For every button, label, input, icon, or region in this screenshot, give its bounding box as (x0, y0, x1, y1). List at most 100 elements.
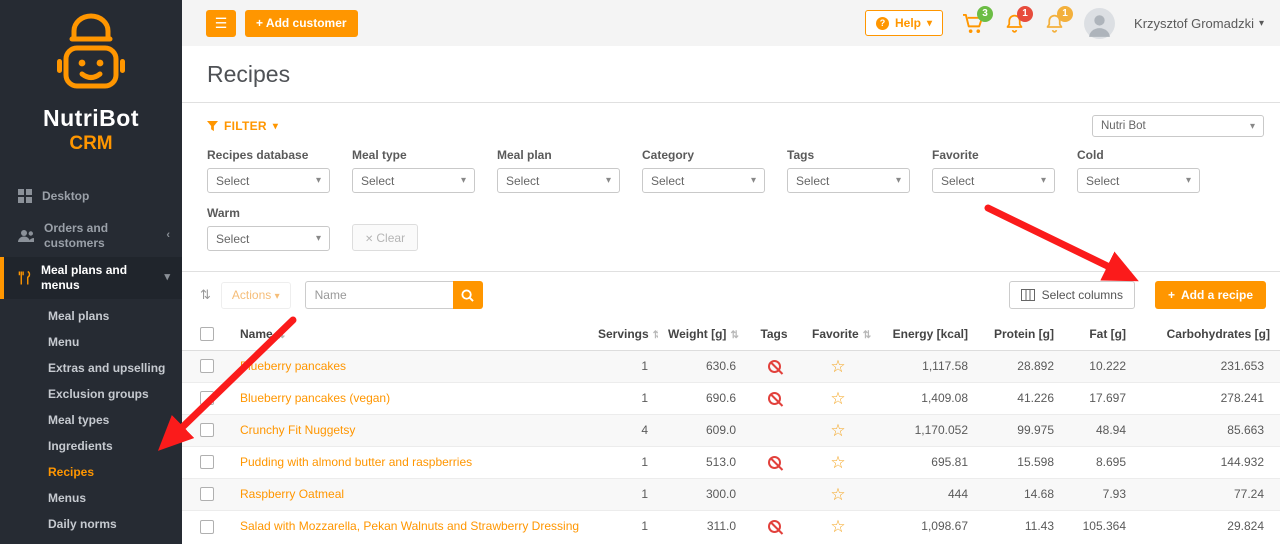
carbs-cell: 85.663 (1136, 414, 1280, 446)
checkbox-cell (182, 414, 230, 446)
filter-select-cold[interactable]: Select ▾ (1077, 168, 1200, 193)
column-header-favorite[interactable]: Favorite⇅ (802, 318, 874, 350)
sidebar-item-extras-and-upselling[interactable]: Extras and upselling (0, 355, 182, 381)
user-menu[interactable]: Krzysztof Gromadzki ▾ (1134, 16, 1264, 31)
sidebar-item-recipes[interactable]: Recipes (0, 459, 182, 485)
favorite-star-icon[interactable]: ☆ (830, 389, 845, 408)
row-checkbox[interactable] (200, 455, 214, 469)
filter-select-recipes-database[interactable]: Select▾ (207, 168, 330, 193)
page-header: Recipes (182, 46, 1280, 103)
filter-select-warm[interactable]: Select▾ (207, 226, 330, 251)
actions-button[interactable]: Actions ▾ (221, 282, 291, 309)
checkbox-cell (182, 350, 230, 382)
sort-icon[interactable]: ⇅ (277, 330, 285, 341)
filter-select-meal-plan[interactable]: Select▾ (497, 168, 620, 193)
filter-select-favorite[interactable]: Select▾ (932, 168, 1055, 193)
recipes-table-body: Blueberry pancakes1630.6☆1,117.5828.8921… (182, 350, 1280, 542)
energy-cell: 1,117.58 (874, 350, 978, 382)
menu-toggle-button[interactable]: ☰ (206, 10, 236, 37)
hamburger-icon: ☰ (215, 15, 228, 31)
help-button[interactable]: ? Help ▾ (865, 10, 943, 36)
recipe-link[interactable]: Crunchy Fit Nuggetsy (240, 423, 355, 437)
filter-toggle[interactable]: FILTER ▾ (207, 119, 278, 133)
add-recipe-button[interactable]: +Add a recipe (1155, 281, 1266, 309)
filter-field-tags: TagsSelect▾ (787, 148, 910, 193)
filter-select-tags[interactable]: Select▾ (787, 168, 910, 193)
alerts-button[interactable]: 1 (1044, 13, 1065, 34)
recipes-panel: ⇅ Actions ▾ Select (182, 272, 1280, 544)
filter-field-warm: WarmSelect▾ (207, 206, 330, 251)
filter-label-recipes-database: Recipes database (207, 148, 330, 162)
sidebar-item-orders-and-customers[interactable]: Orders and customers ‹ (0, 215, 182, 257)
favorite-cell: ☆ (802, 478, 874, 510)
table-toolbar: ⇅ Actions ▾ Select (182, 272, 1280, 318)
recipe-link[interactable]: Pudding with almond butter and raspberri… (240, 455, 472, 469)
column-header-weight-g[interactable]: Weight [g]⇅ (658, 318, 746, 350)
favorite-star-icon[interactable]: ☆ (830, 517, 845, 536)
search-input[interactable] (305, 281, 453, 309)
filter-label-cold: Cold (1077, 148, 1200, 162)
recipe-link[interactable]: Blueberry pancakes (vegan) (240, 391, 390, 405)
company-select-value: Nutri Bot (1101, 120, 1146, 132)
filter-fields-row2: WarmSelect▾ ✕Clear (207, 206, 1264, 251)
sidebar-item-ingredients[interactable]: Ingredients (0, 433, 182, 459)
sidebar-item-menus[interactable]: Menus (0, 485, 182, 511)
sidebar-item-exclusion-groups[interactable]: Exclusion groups (0, 381, 182, 407)
favorite-star-icon[interactable]: ☆ (830, 453, 845, 472)
name-cell: Crunchy Fit Nuggetsy (230, 414, 588, 446)
clear-label: Clear (376, 231, 405, 245)
avatar[interactable] (1084, 8, 1115, 39)
cart-button[interactable]: 3 (962, 13, 985, 34)
filter-select-category[interactable]: Select▾ (642, 168, 765, 193)
sidebar-item-menu[interactable]: Menu (0, 329, 182, 355)
row-checkbox[interactable] (200, 391, 214, 405)
sidebar-item-meal-plans[interactable]: Meal plans (0, 303, 182, 329)
row-checkbox[interactable] (200, 487, 214, 501)
company-select[interactable]: Nutri Bot ▾ (1092, 115, 1264, 137)
chevron-down-icon: ▾ (164, 271, 170, 285)
sort-icon[interactable]: ⇅ (730, 330, 738, 341)
row-checkbox[interactable] (200, 423, 214, 437)
sidebar: NutriBot CRM Desktop Orders and customer… (0, 0, 182, 544)
column-header-name[interactable]: Name⇅ (230, 318, 588, 350)
user-avatar-icon (1084, 8, 1115, 39)
recipe-link[interactable]: Raspberry Oatmeal (240, 487, 344, 501)
select-value: Select (1086, 174, 1119, 188)
users-icon (18, 229, 34, 243)
search-button[interactable] (453, 281, 483, 309)
column-header-servings[interactable]: Servings⇅ (588, 318, 658, 350)
recipes-table: Name⇅Servings⇅Weight [g]⇅TagsFavorite⇅En… (182, 318, 1280, 542)
chevron-down-icon: ▾ (1186, 175, 1191, 186)
row-checkbox[interactable] (200, 520, 214, 534)
recipe-link[interactable]: Blueberry pancakes (240, 359, 346, 373)
notifications-button[interactable]: 1 (1004, 13, 1025, 34)
favorite-star-icon[interactable]: ☆ (830, 485, 845, 504)
recipe-link[interactable]: Salad with Mozzarella, Pekan Walnuts and… (240, 519, 579, 533)
filter-label-meal-plan: Meal plan (497, 148, 620, 162)
brand-sub: CRM (0, 133, 182, 155)
sidebar-nav: Desktop Orders and customers ‹ Meal plan… (0, 177, 182, 537)
select-all-checkbox[interactable] (200, 327, 214, 341)
favorite-star-icon[interactable]: ☆ (830, 421, 845, 440)
protein-cell: 15.598 (978, 446, 1064, 478)
sidebar-item-daily-norms[interactable]: Daily norms (0, 511, 182, 537)
add-customer-button[interactable]: + Add customer (245, 10, 358, 37)
clear-filters-button[interactable]: ✕Clear (352, 224, 418, 251)
sidebar-item-meal-plans-and-menus[interactable]: Meal plans and menus ▾ (0, 257, 182, 299)
sidebar-item-meal-types[interactable]: Meal types (0, 407, 182, 433)
filter-select-meal-type[interactable]: Select▾ (352, 168, 475, 193)
sort-icon[interactable]: ⇅ (863, 330, 871, 341)
sidebar-item-desktop[interactable]: Desktop (0, 177, 182, 215)
funnel-icon (207, 121, 218, 132)
filter-field-meal-plan: Meal plan Select▾ (497, 148, 620, 193)
favorite-star-icon[interactable]: ☆ (830, 357, 845, 376)
select-columns-button[interactable]: Select columns (1009, 281, 1135, 309)
sort-icon[interactable]: ⇅ (653, 330, 658, 341)
chevron-down-icon: ▾ (1041, 175, 1046, 186)
table-row: Crunchy Fit Nuggetsy4609.0☆1,170.05299.9… (182, 414, 1280, 446)
row-checkbox[interactable] (200, 359, 214, 373)
sort-order-icon[interactable]: ⇅ (200, 287, 211, 303)
grid-icon (18, 189, 32, 203)
recipes-table-head-row: Name⇅Servings⇅Weight [g]⇅TagsFavorite⇅En… (182, 318, 1280, 350)
name-cell: Blueberry pancakes (vegan) (230, 382, 588, 414)
